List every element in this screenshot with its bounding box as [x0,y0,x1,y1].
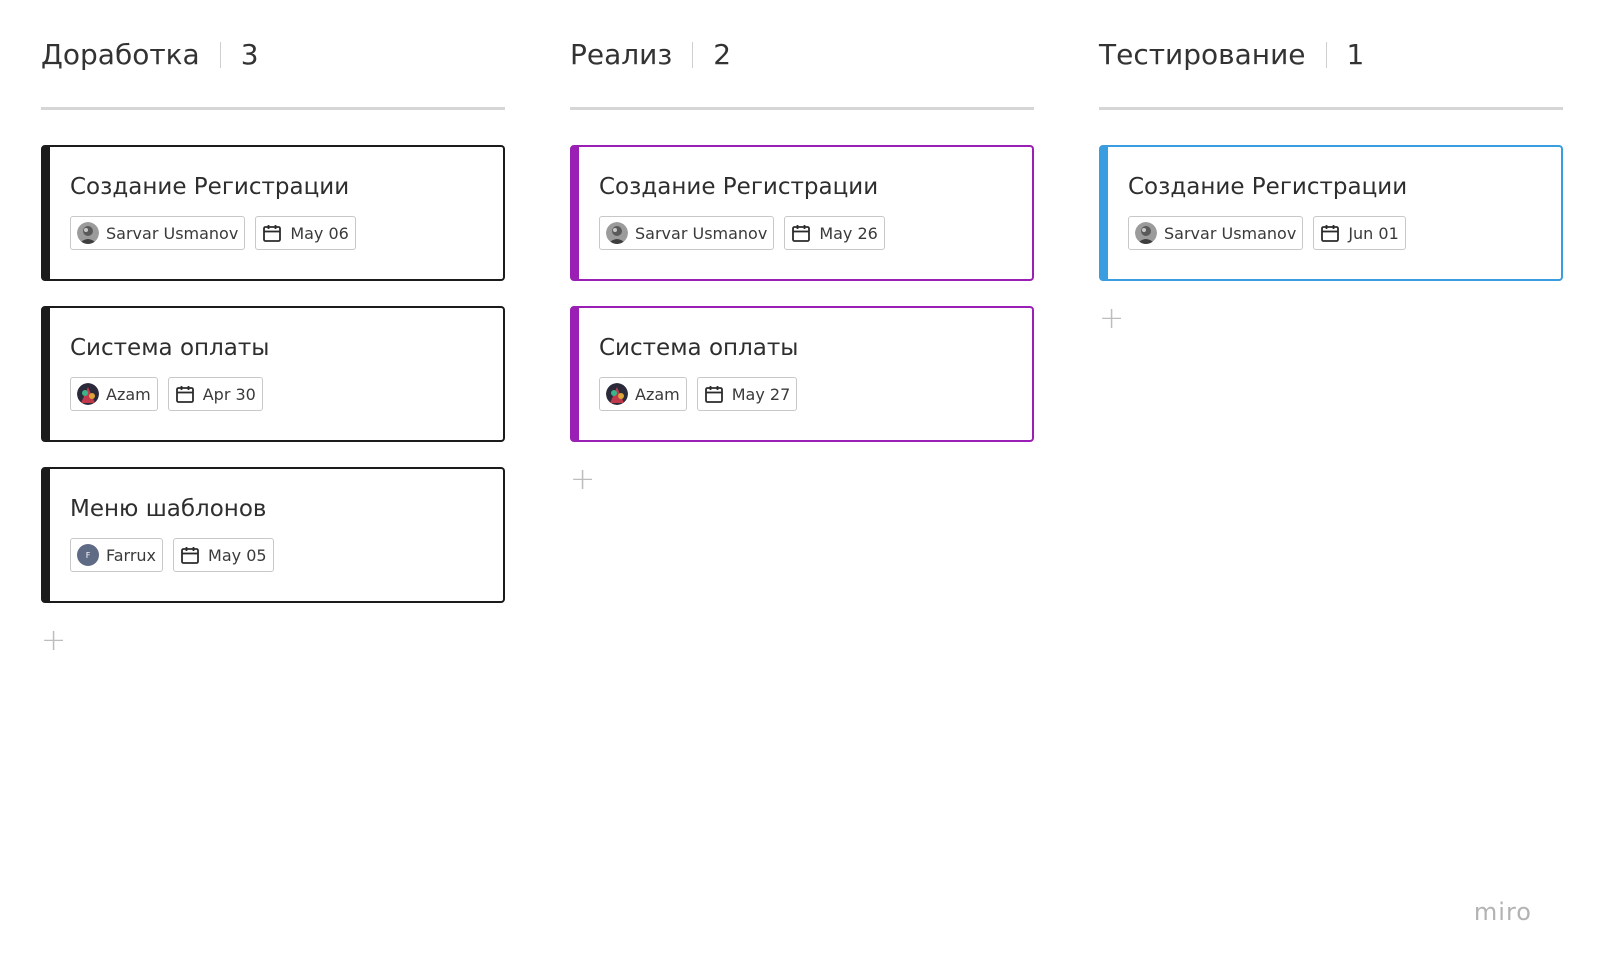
due-date: Apr 30 [202,384,256,404]
due-date-chip[interactable]: May 26 [784,216,885,250]
card[interactable]: Создание Регистрации Sarvar Usmanov May … [41,145,505,281]
card[interactable]: Создание Регистрации Sarvar Usmanov May … [570,145,1034,281]
assignee-name: Sarvar Usmanov [1164,223,1297,243]
due-date: Jun 01 [1348,223,1399,243]
column-header: Реализ 2 [570,38,731,71]
card-title: Меню шаблонов [70,496,267,522]
avatar [606,383,628,405]
due-date-chip[interactable]: May 06 [255,216,356,250]
column-count: 1 [1346,38,1365,71]
card-title: Создание Регистрации [599,174,879,200]
column-title: Тестирование [1099,38,1306,71]
add-card-button[interactable]: + [1099,304,1124,334]
due-date-chip[interactable]: May 27 [696,377,798,411]
column-header: Тестирование 1 [1099,38,1364,71]
column-divider [570,107,1034,110]
due-date-chip[interactable]: Jun 01 [1313,216,1406,250]
due-date: May 05 [208,545,267,565]
column-count: 3 [240,38,259,71]
column-header-divider [219,41,221,68]
assignee-name: Azam [635,384,680,404]
avatar [606,222,628,244]
add-card-button[interactable]: + [41,626,66,656]
card-title: Создание Регистрации [70,174,350,200]
calendar-icon [791,223,811,243]
column-divider [41,107,505,110]
assignee-name: Farrux [106,545,157,565]
assignee-chip[interactable]: Azam [70,377,158,411]
due-date-chip[interactable]: Apr 30 [167,377,263,411]
due-date-chip[interactable]: May 05 [173,538,274,572]
assignee-chip[interactable]: Sarvar Usmanov [599,216,775,250]
card[interactable]: Меню шаблонов F Farrux May 05 [41,467,505,603]
assignee-name: Sarvar Usmanov [106,223,239,243]
avatar [1135,222,1157,244]
avatar: F [77,544,99,566]
card[interactable]: Система оплаты Azam Apr 30 [41,306,505,442]
column-header-divider [1325,41,1327,68]
column-title: Доработка [41,38,200,71]
avatar [77,383,99,405]
assignee-chip[interactable]: Sarvar Usmanov [70,216,246,250]
due-date: May 27 [731,384,791,404]
card-title: Система оплаты [70,335,270,361]
column-count: 2 [713,38,732,71]
due-date: May 26 [819,223,878,243]
calendar-icon [704,384,724,404]
column-header: Доработка 3 [41,38,259,71]
calendar-icon [1320,223,1340,243]
column-title: Реализ [570,38,673,71]
assignee-name: Azam [106,384,151,404]
card-title: Создание Регистрации [1128,174,1408,200]
miro-logo: miro [1473,898,1532,926]
column-divider [1099,107,1563,110]
assignee-chip[interactable]: Sarvar Usmanov [1128,216,1304,250]
card[interactable]: Система оплаты Azam May 27 [570,306,1034,442]
due-date: May 06 [290,223,349,243]
card-title: Система оплаты [599,335,799,361]
assignee-chip[interactable]: Azam [599,377,687,411]
assignee-name: Sarvar Usmanov [635,223,768,243]
calendar-icon [180,545,200,565]
assignee-chip[interactable]: F Farrux [70,538,164,572]
add-card-button[interactable]: + [570,465,595,495]
calendar-icon [262,223,282,243]
avatar [77,222,99,244]
card[interactable]: Создание Регистрации Sarvar Usmanov Jun … [1099,145,1563,281]
calendar-icon [175,384,195,404]
column-header-divider [692,41,694,68]
